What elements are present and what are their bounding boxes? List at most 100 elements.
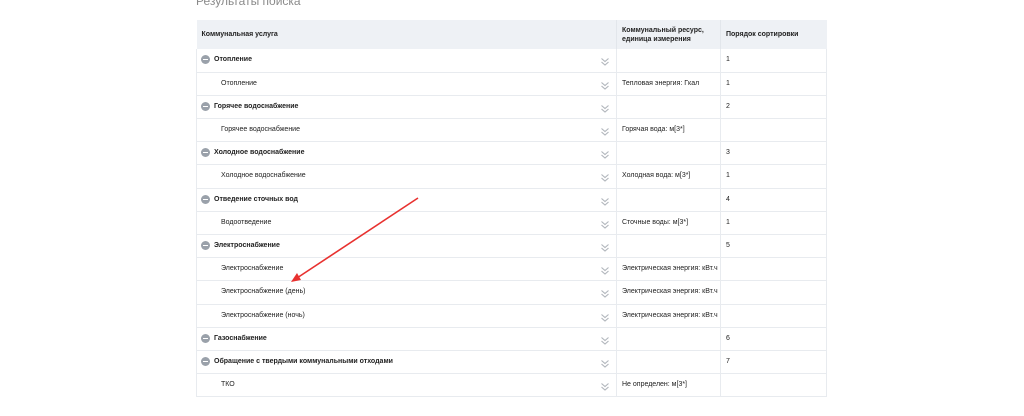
table-row-group[interactable]: Отопление 1 [196,49,827,73]
sort-order-cell: 1 [720,211,827,236]
sort-order-cell: 5 [720,234,827,259]
double-chevron-down-icon[interactable] [600,359,610,369]
resource-cell: Электрическая энергия: кВт.ч [616,304,721,328]
double-chevron-down-icon[interactable] [600,243,610,253]
resource-cell [616,350,721,375]
service-cell: Электроснабжение [196,234,617,259]
service-cell: Холодное водоснабжение [196,164,617,189]
table-row-group[interactable]: Отведение сточных вод 4 [196,188,827,212]
results-table: Коммунальная услуга Коммунальный ресурс,… [196,20,827,398]
table-row[interactable]: Электроснабжение Электрическая энергия: к… [196,257,827,282]
table-row[interactable]: Электроснабжение (ночь) Электрическая эне… [196,304,827,328]
sort-order-cell [720,304,827,328]
double-chevron-down-icon[interactable] [600,81,610,91]
double-chevron-down-icon[interactable] [600,220,610,230]
service-cell: Отопление [196,72,617,96]
sort-order-cell [720,280,827,305]
table-header: Коммунальная услуга Коммунальный ресурс,… [196,20,827,49]
service-cell: Горячее водоснабжение [196,95,617,120]
column-header-service[interactable]: Коммунальная услуга [196,20,617,49]
table-row-group[interactable]: Газоснабжение 6 [196,327,827,351]
sort-order-cell: 1 [720,49,827,73]
service-label: Горячее водоснабжение [221,126,300,134]
service-label: Горячее водоснабжение [214,102,299,110]
header-row: Коммунальная услуга Коммунальный ресурс,… [196,20,827,49]
service-cell: Холодное водоснабжение [196,141,617,166]
collapse-circle-icon[interactable] [201,194,210,204]
resource-cell [616,95,721,120]
double-chevron-down-icon[interactable] [600,104,610,114]
double-chevron-down-icon[interactable] [600,197,610,207]
sort-order-cell: 1 [720,72,827,96]
service-cell: Электроснабжение (день) [196,280,617,305]
resource-cell: Электрическая энергия: кВт.ч [616,257,721,282]
double-chevron-down-icon[interactable] [600,57,610,67]
collapse-circle-icon[interactable] [201,55,210,64]
collapse-circle-icon[interactable] [201,101,210,111]
service-label: Обращение с твердыми коммунальными отход… [214,357,393,365]
service-label: Холодное водоснабжение [221,172,306,180]
resource-cell: Горячая вода: м[3*] [616,118,721,143]
service-cell: Водоотведение [196,211,617,236]
service-label: ТКО [221,381,235,389]
sort-order-cell: 7 [720,350,827,375]
service-cell: Отведение сточных вод [196,188,617,212]
collapse-circle-icon[interactable] [201,333,210,343]
resource-cell [616,141,721,166]
resource-cell [616,49,721,73]
double-chevron-down-icon[interactable] [600,382,610,392]
sort-order-cell: 2 [720,95,827,120]
resource-cell [616,234,721,259]
resource-cell: Сточные воды: м[3*] [616,211,721,236]
double-chevron-down-icon[interactable] [600,150,610,160]
resource-cell: Холодная вода: м[3*] [616,164,721,189]
service-cell: ТКО [196,373,617,398]
sort-order-cell: 4 [720,188,827,212]
service-label: Газоснабжение [214,334,267,342]
column-header-resource[interactable]: Коммунальный ресурс, единица измерения [616,20,721,49]
service-cell: Газоснабжение [196,327,617,351]
table-row-group[interactable]: Холодное водоснабжение 3 [196,141,827,166]
double-chevron-down-icon[interactable] [600,336,610,346]
double-chevron-down-icon[interactable] [600,289,610,299]
table-body: Отопление 1 Отопление Тепловая энергия: Гка… [196,49,827,398]
column-header-sort-order[interactable]: Порядок сортировки [720,20,827,49]
service-label: Электроснабжение [221,265,284,273]
service-label: Электроснабжение (ночь) [221,311,305,319]
service-label: Водоотведение [221,218,272,226]
service-cell: Электроснабжение (ночь) [196,304,617,328]
service-label: Отопление [221,79,257,87]
resource-cell: Электрическая энергия: кВт.ч [616,280,721,305]
resource-cell: Не определен: м[3*] [616,373,721,398]
table-row[interactable]: Горячее водоснабжение Горячая вода: м[3*] [196,118,827,143]
collapse-circle-icon[interactable] [201,241,210,250]
table-row[interactable]: Отопление Тепловая энергия: Гкал 1 [196,72,827,96]
resource-cell [616,327,721,351]
table-row-group[interactable]: Обращение с твердыми коммунальными отход… [196,350,827,375]
service-label: Электроснабжение (день) [221,288,306,296]
sort-order-cell: 6 [720,327,827,351]
service-cell: Обращение с твердыми коммунальными отход… [196,350,617,375]
table-row-group[interactable]: Электроснабжение 5 [196,234,827,259]
table-row[interactable]: Электроснабжение (день) Электрическая эне… [196,280,827,305]
section-title: Результаты поиска [196,0,301,8]
collapse-circle-icon[interactable] [201,356,210,366]
table-row-group[interactable]: Горячее водоснабжение 2 [196,95,827,120]
double-chevron-down-icon[interactable] [600,313,610,323]
sort-order-cell: 3 [720,141,827,166]
double-chevron-down-icon[interactable] [600,266,610,276]
service-label: Электроснабжение [214,242,280,249]
service-cell: Электроснабжение [196,257,617,282]
service-label: Отведение сточных вод [214,195,298,203]
table-row[interactable]: ТКО Не определен: м[3*] [196,373,827,398]
collapse-circle-icon[interactable] [201,148,210,158]
service-label: Холодное водоснабжение [214,149,305,157]
table-row[interactable]: Водоотведение Сточные воды: м[3*] 1 [196,211,827,236]
double-chevron-down-icon[interactable] [600,127,610,137]
table-row[interactable]: Холодное водоснабжение Холодная вода: м[3… [196,164,827,189]
sort-order-cell [720,257,827,282]
double-chevron-down-icon[interactable] [600,173,610,183]
sort-order-cell [720,118,827,143]
service-cell: Отопление [196,49,617,73]
resource-cell: Тепловая энергия: Гкал [616,72,721,96]
